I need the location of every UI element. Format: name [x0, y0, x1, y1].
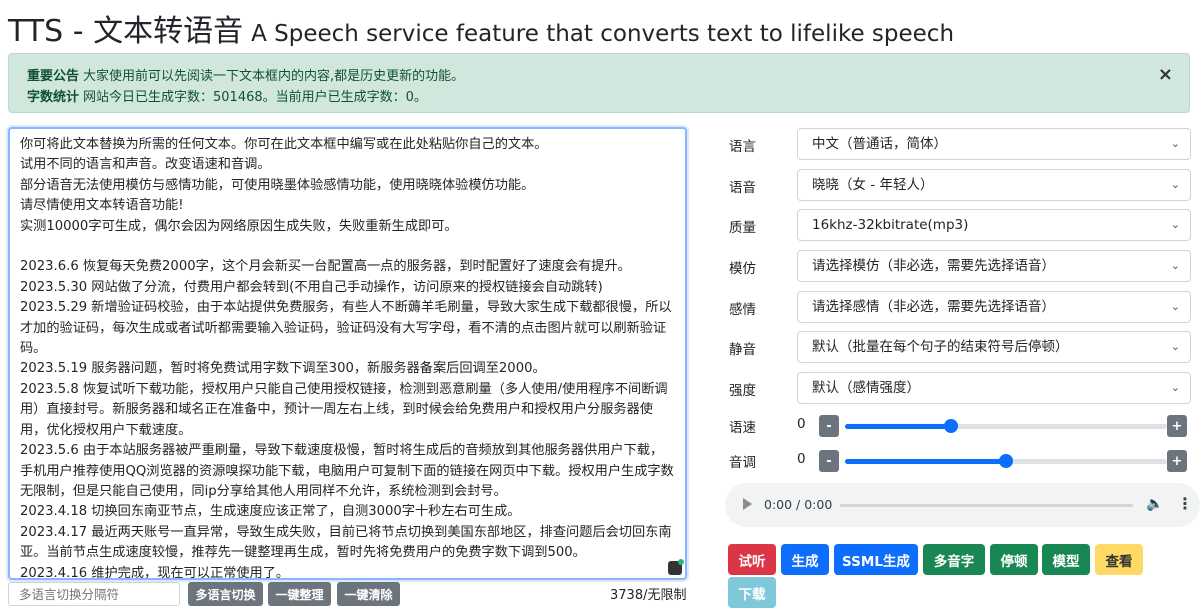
more-options-icon[interactable]: ⋮	[1177, 494, 1193, 513]
announcement-alert: 重要公告 大家使用前可以先阅读一下文本框内的内容,都是历史更新的功能。 字数统计网…	[8, 53, 1190, 113]
silence-select[interactable]: 默认（批量在每个句子的结束符号后停顿） ⌄	[797, 331, 1191, 363]
player-progress[interactable]	[840, 504, 1133, 507]
voice-row: 语音 晓晓（女 - 年轻人） ⌄	[729, 169, 1191, 201]
imitate-row: 模仿 请选择模仿（非必选，需要先选择语音） ⌄	[729, 250, 1191, 282]
chevron-down-icon: ⌄	[1170, 178, 1180, 191]
chevron-down-icon: ⌄	[1170, 381, 1180, 394]
ssml-generate-button[interactable]: SSML生成	[834, 544, 918, 575]
rate-slider[interactable]	[845, 419, 1167, 433]
rate-minus-button[interactable]: -	[819, 415, 839, 437]
quality-row: 质量 16khz-32kbitrate(mp3) ⌄	[729, 209, 1191, 241]
player-time: 0:00 / 0:00	[764, 497, 833, 512]
intensity-row: 强度 默认（感情强度） ⌄	[729, 372, 1191, 404]
rate-value: 0	[797, 416, 806, 432]
emotion-label: 感情	[729, 302, 756, 318]
emotion-select[interactable]: 请选择感情（非必选，需要先选择语音） ⌄	[797, 291, 1191, 323]
rate-label: 语速	[729, 420, 756, 436]
notice-label: 重要公告	[27, 69, 80, 84]
silence-row: 静音 默认（批量在每个句子的结束符号后停顿） ⌄	[729, 331, 1191, 363]
chevron-down-icon: ⌄	[1170, 137, 1180, 150]
pause-button[interactable]: 停顿	[990, 544, 1038, 575]
intensity-select[interactable]: 默认（感情强度） ⌄	[797, 372, 1191, 404]
char-count: 3738/无限制	[610, 588, 687, 603]
pitch-slider-thumb[interactable]	[999, 454, 1013, 468]
voice-select[interactable]: 晓晓（女 - 年轻人） ⌄	[797, 169, 1191, 201]
pitch-slider-fill	[845, 459, 1006, 464]
quality-label: 质量	[729, 220, 756, 236]
chevron-down-icon: ⌄	[1170, 218, 1180, 231]
imitate-label: 模仿	[729, 261, 756, 277]
rate-slider-fill	[845, 424, 952, 429]
language-row: 语言 中文（普通话，简体） ⌄	[729, 128, 1191, 160]
emotion-row: 感情 请选择感情（非必选，需要先选择语音） ⌄	[729, 291, 1191, 323]
model-button[interactable]: 模型	[1042, 544, 1090, 575]
clear-button[interactable]: 一键清除	[337, 582, 400, 606]
rate-plus-button[interactable]: +	[1167, 415, 1187, 437]
page-title-main: TTS - 文本转语音	[8, 14, 244, 49]
text-editor[interactable]: 你可将此文本替换为所需的任何文本。你可在此文本框中编写或在此处粘贴你自己的文本。…	[8, 127, 687, 580]
separator-input[interactable]	[8, 582, 180, 606]
generate-button[interactable]: 生成	[781, 544, 829, 575]
volume-icon[interactable]: 🔈	[1146, 496, 1163, 512]
language-select[interactable]: 中文（普通话，简体） ⌄	[797, 128, 1191, 160]
close-icon[interactable]: ×	[1158, 64, 1173, 85]
tidy-button[interactable]: 一键整理	[268, 582, 331, 606]
intensity-label: 强度	[729, 383, 756, 399]
pitch-plus-button[interactable]: +	[1167, 450, 1187, 472]
notice-text: 大家使用前可以先阅读一下文本框内的内容,都是历史更新的功能。	[83, 69, 465, 84]
download-button[interactable]: 下载	[728, 577, 776, 608]
language-value: 中文（普通话，简体）	[812, 136, 947, 152]
stats-label: 字数统计	[27, 90, 80, 105]
multi-language-button[interactable]: 多语言切换	[188, 582, 263, 606]
quality-value: 16khz-32kbitrate(mp3)	[812, 217, 969, 233]
pitch-label: 音调	[729, 455, 756, 471]
page-title: TTS - 文本转语音 A Speech service feature that…	[8, 6, 955, 49]
pitch-row: 音调 0 - +	[729, 448, 1191, 472]
emotion-value: 请选择感情（非必选，需要先选择语音）	[812, 299, 1055, 315]
silence-label: 静音	[729, 342, 756, 358]
rate-row: 语速 0 - +	[729, 413, 1191, 437]
page-title-sub: A Speech service feature that converts t…	[251, 21, 955, 47]
editor-text[interactable]: 你可将此文本替换为所需的任何文本。你可在此文本框中编写或在此处粘贴你自己的文本。…	[20, 135, 675, 578]
chevron-down-icon: ⌄	[1170, 300, 1180, 313]
pitch-slider[interactable]	[845, 454, 1167, 468]
chevron-down-icon: ⌄	[1170, 340, 1180, 353]
preview-button[interactable]: 试听	[728, 544, 776, 575]
rate-slider-thumb[interactable]	[944, 419, 959, 433]
quality-select[interactable]: 16khz-32kbitrate(mp3) ⌄	[797, 209, 1191, 241]
editor-toolbar: 多语言切换 一键整理 一键清除 3738/无限制	[8, 582, 698, 606]
polyphone-button[interactable]: 多音字	[923, 544, 985, 575]
voice-value: 晓晓（女 - 年轻人）	[812, 177, 934, 193]
extension-icon[interactable]	[668, 559, 684, 575]
intensity-value: 默认（感情强度）	[812, 380, 920, 396]
chevron-down-icon: ⌄	[1170, 259, 1180, 272]
pitch-value: 0	[797, 451, 806, 467]
silence-value: 默认（批量在每个句子的结束符号后停顿）	[812, 339, 1069, 355]
imitate-select[interactable]: 请选择模仿（非必选，需要先选择语音） ⌄	[797, 250, 1191, 282]
view-button[interactable]: 查看	[1095, 544, 1143, 575]
language-label: 语言	[729, 139, 756, 155]
pitch-minus-button[interactable]: -	[819, 450, 839, 472]
imitate-value: 请选择模仿（非必选，需要先选择语音）	[812, 258, 1055, 274]
stats-line: 字数统计 网站今日已生成字数：501468。当前用户已生成字数：0。	[27, 86, 427, 105]
voice-label: 语音	[729, 180, 756, 196]
play-icon[interactable]	[743, 498, 752, 510]
audio-player: 0:00 / 0:00 🔈 ⋮	[725, 483, 1200, 527]
stats-text: 网站今日已生成字数：501468。当前用户已生成字数：0。	[83, 90, 427, 105]
notice-line: 重要公告 大家使用前可以先阅读一下文本框内的内容,都是历史更新的功能。	[27, 65, 464, 84]
